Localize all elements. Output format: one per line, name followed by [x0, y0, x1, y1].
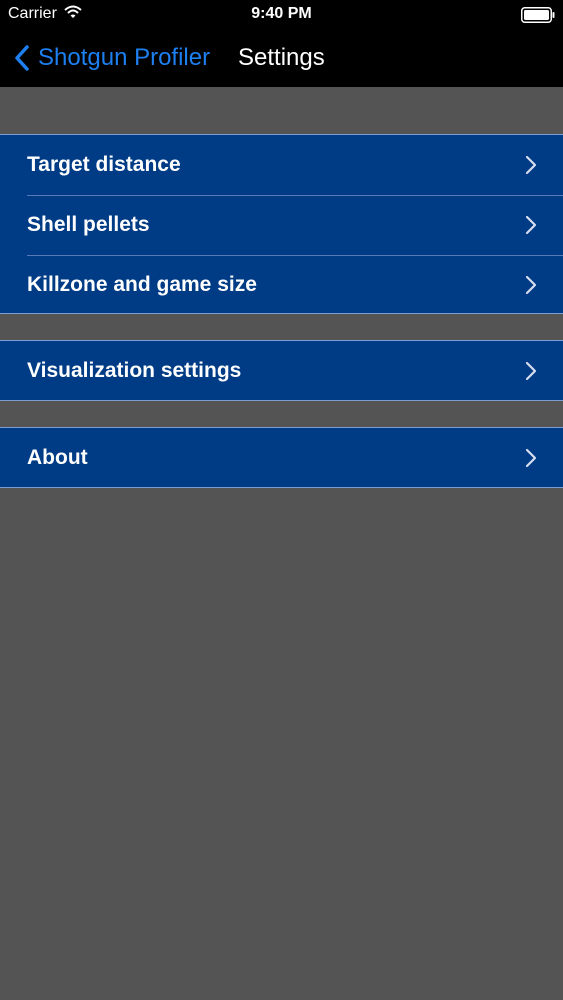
- row-label: Shell pellets: [27, 213, 150, 236]
- chevron-right-icon: [525, 448, 537, 468]
- navigation-bar: Shotgun Profiler Settings: [0, 30, 563, 87]
- page-title: Settings: [238, 44, 325, 71]
- settings-group-visualization: Visualization settings: [0, 340, 563, 401]
- back-button-label: Shotgun Profiler: [38, 44, 211, 71]
- row-killzone-game-size[interactable]: Killzone and game size: [0, 255, 563, 315]
- chevron-left-icon: [15, 45, 29, 71]
- chevron-right-icon: [525, 275, 537, 295]
- status-bar: Carrier 9:40 PM: [0, 0, 563, 30]
- settings-group-general: Target distance Shell pellets Killzone a…: [0, 134, 563, 314]
- row-visualization-settings[interactable]: Visualization settings: [0, 341, 563, 401]
- row-label: Target distance: [27, 153, 181, 176]
- row-label: Killzone and game size: [27, 273, 257, 296]
- back-button[interactable]: Shotgun Profiler: [12, 38, 210, 78]
- row-label: About: [27, 446, 88, 469]
- chevron-right-icon: [525, 361, 537, 381]
- row-shell-pellets[interactable]: Shell pellets: [0, 195, 563, 255]
- top-bar: Carrier 9:40 PM Shotgun Profiler Setting…: [0, 0, 563, 87]
- row-label: Visualization settings: [27, 359, 242, 382]
- battery-full-icon: [521, 7, 555, 23]
- row-target-distance[interactable]: Target distance: [0, 135, 563, 195]
- chevron-right-icon: [525, 155, 537, 175]
- row-about[interactable]: About: [0, 428, 563, 488]
- settings-group-about: About: [0, 427, 563, 488]
- settings-screen: Carrier 9:40 PM Shotgun Profiler Setting…: [0, 0, 563, 1000]
- chevron-right-icon: [525, 215, 537, 235]
- status-time: 9:40 PM: [251, 5, 312, 22]
